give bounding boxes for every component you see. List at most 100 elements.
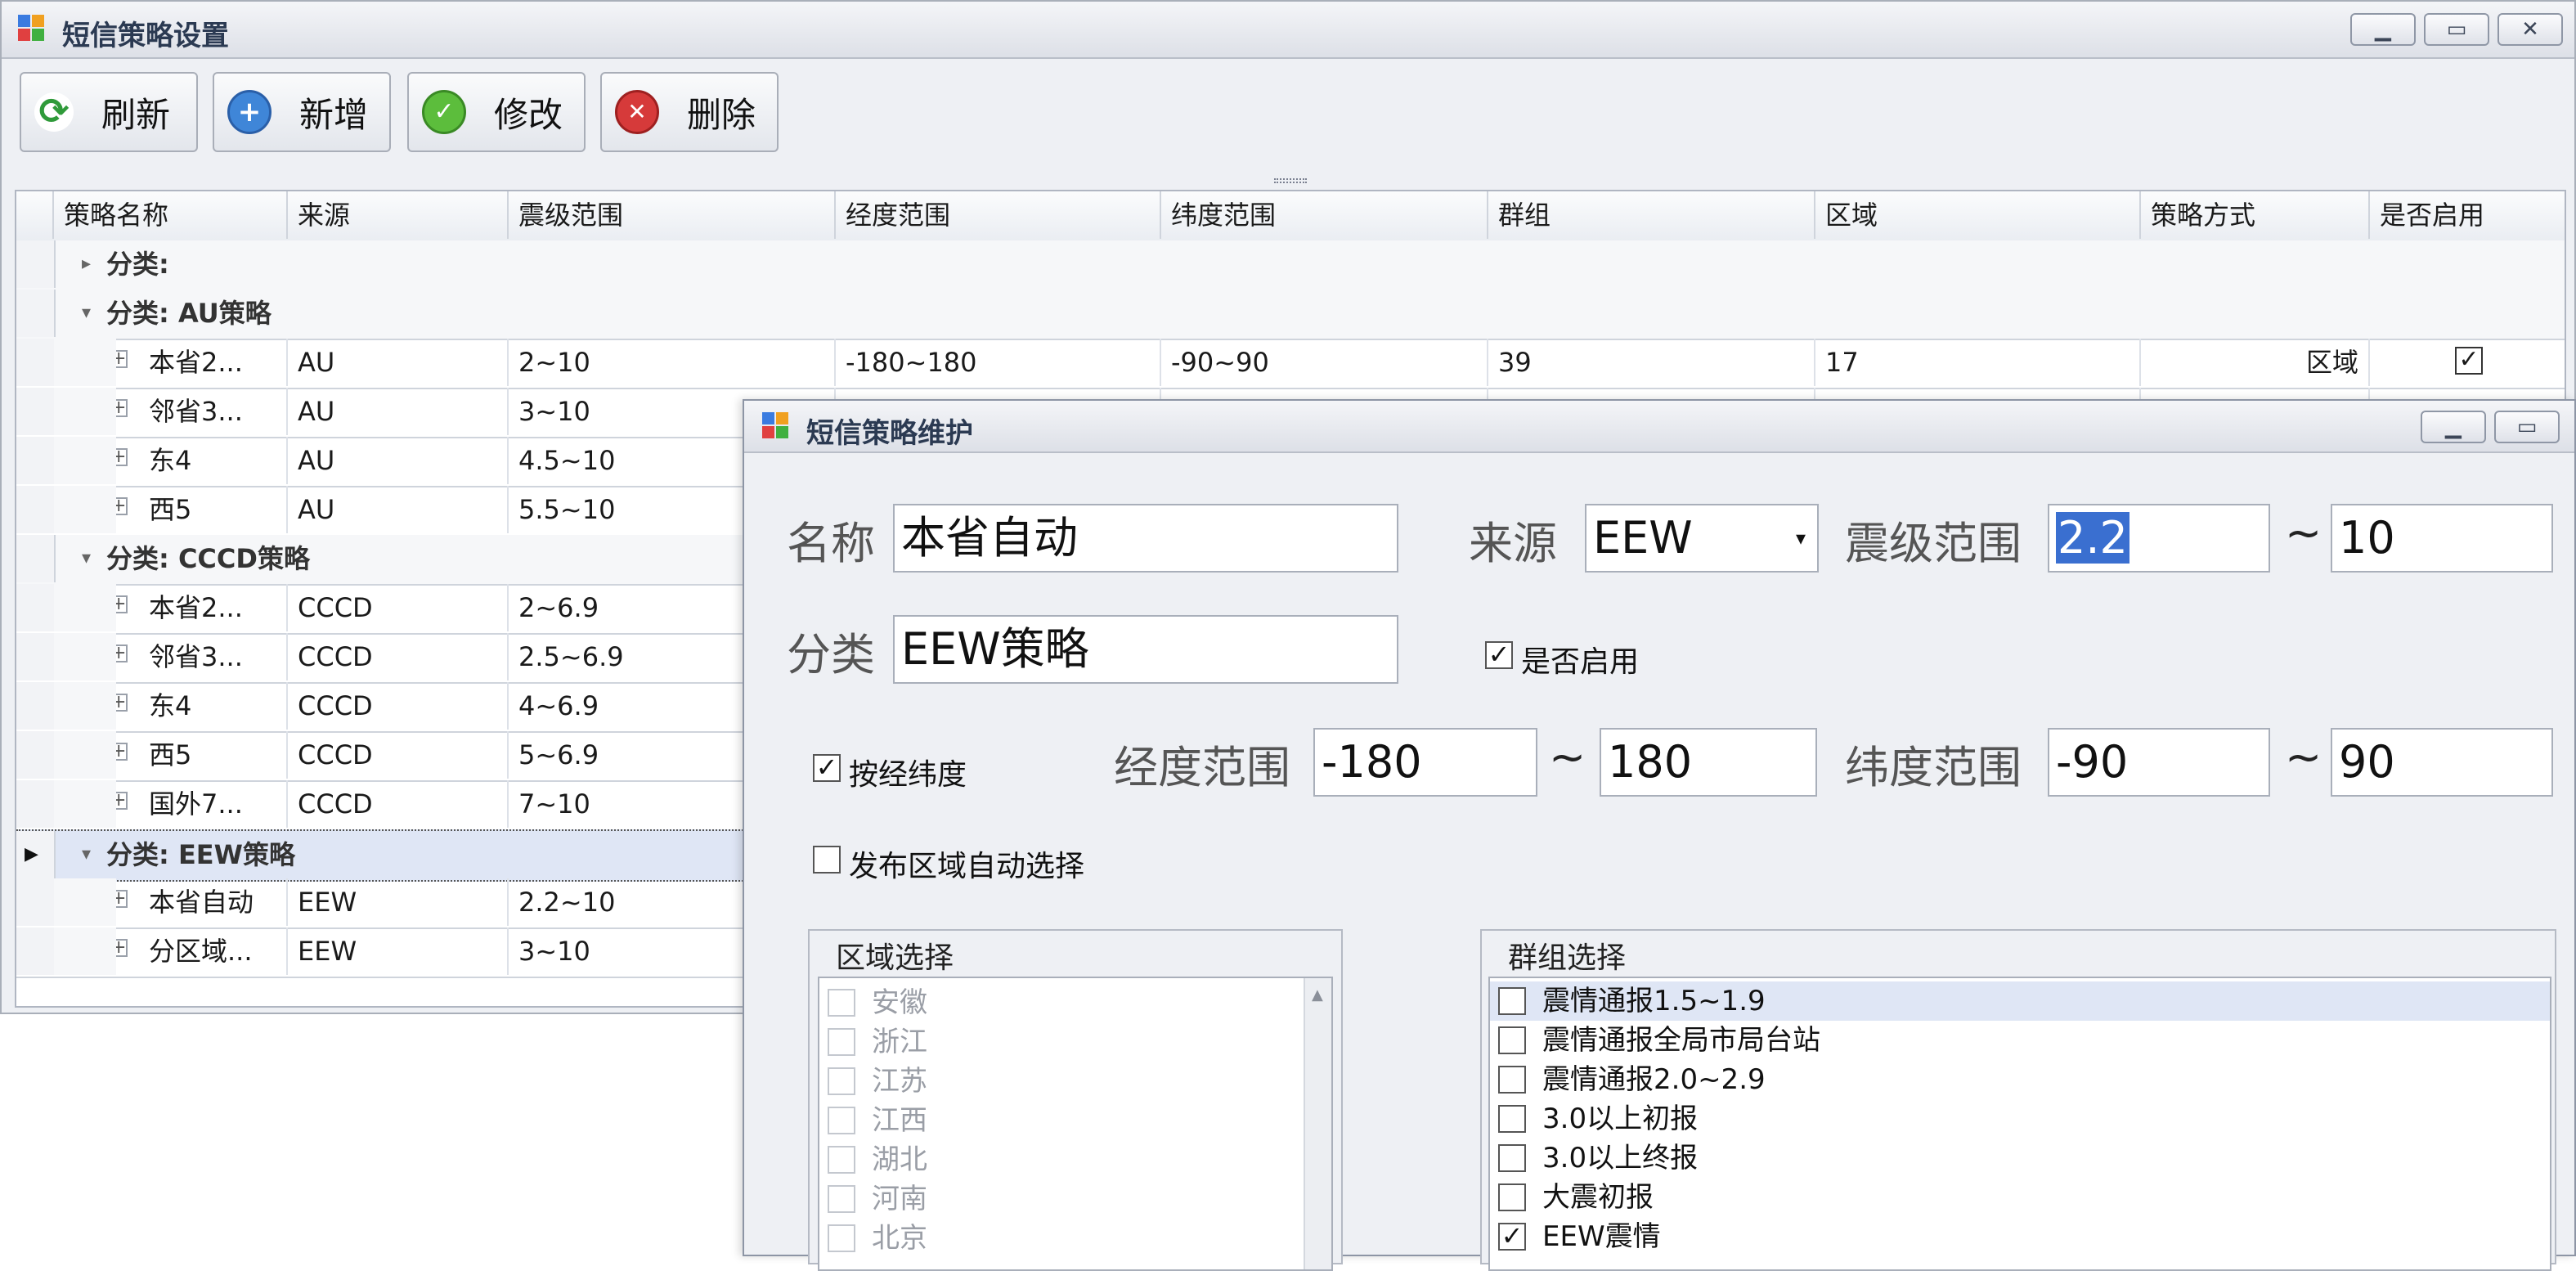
expand-plus-icon[interactable]: + [116, 939, 128, 957]
expanded-caret-icon[interactable]: ▾ [82, 290, 91, 337]
maximize-button[interactable]: ▭ [2424, 13, 2489, 46]
cell-text: CCCD [298, 641, 373, 672]
group-label: 震情通报2.0~2.9 [1542, 1063, 1766, 1096]
row-indicator [16, 584, 56, 631]
lon-label: 经度范围 [1114, 742, 1290, 793]
col-header-enabled[interactable]: 是否启用 [2370, 191, 2565, 239]
expand-plus-icon[interactable]: + [116, 448, 128, 466]
enabled-check-icon[interactable]: ✓ [2455, 347, 2483, 375]
scroll-up-icon[interactable]: ▲ [1312, 986, 1323, 1004]
col-header-mode[interactable]: 策略方式 [2141, 191, 2370, 239]
refresh-button[interactable]: ⟳ 刷新 [20, 72, 198, 152]
cell-text: 3~10 [518, 396, 590, 427]
cell-text: 2.5~6.9 [518, 641, 624, 672]
cell-mag: 2~10 [509, 339, 836, 386]
by-lonlat-checkbox[interactable]: ✓ [813, 754, 841, 782]
cell-group: 39 [1488, 339, 1815, 386]
cell-text: 邻省3... [149, 641, 243, 672]
lat-min-input[interactable]: -90 [2048, 728, 2270, 797]
group-checkbox[interactable] [1498, 1066, 1526, 1094]
group-checkbox[interactable] [1498, 1026, 1526, 1054]
group-checkbox[interactable] [1498, 1105, 1526, 1133]
col-header-region[interactable]: 区域 [1815, 191, 2141, 239]
expand-plus-icon[interactable]: + [116, 497, 128, 515]
group-groupbox-title: 群组选择 [1508, 941, 1627, 975]
cell-text: 4.5~10 [518, 445, 616, 476]
group-indent [54, 633, 116, 680]
lon-max-input[interactable]: 180 [1600, 728, 1817, 797]
group-item[interactable]: 震情通报2.0~2.9 [1490, 1060, 2550, 1099]
group-checkbox[interactable] [1498, 987, 1526, 1015]
mag-min-input[interactable]: 2.2 [2048, 504, 2270, 573]
dialog-titlebar[interactable]: 短信策略维护 ▁ ▭ [744, 401, 2574, 453]
minimize-button[interactable]: ▁ [2350, 13, 2416, 46]
col-header-source[interactable]: 来源 [288, 191, 509, 239]
col-header-name[interactable]: 策略名称 [54, 191, 288, 239]
cell-text: EEW [298, 936, 357, 967]
group-list[interactable]: 震情通报1.5~1.9 震情通报全局市局台站 震情通报2.0~2.9 3.0以上初报 3… [1488, 977, 2551, 1271]
auto-region-checkbox[interactable] [813, 846, 841, 874]
group-item[interactable]: 3.0以上终报 [1490, 1139, 2550, 1178]
expand-plus-icon[interactable]: + [116, 890, 128, 908]
col-header-group[interactable]: 群组 [1488, 191, 1815, 239]
group-checkbox[interactable]: ✓ [1498, 1223, 1526, 1251]
cell-source: AU [288, 388, 509, 435]
dialog-maximize-button[interactable]: ▭ [2494, 411, 2560, 443]
add-icon: + [227, 90, 272, 134]
lat-label: 纬度范围 [1845, 742, 2022, 793]
group-item[interactable]: 震情通报全局市局台站 [1490, 1021, 2550, 1060]
group-item[interactable]: ✓ EEW震情 [1490, 1217, 2550, 1256]
group-indent [54, 388, 116, 435]
cell-text: 39 [1498, 347, 1532, 378]
cell-text: EEW [298, 887, 357, 918]
group-label: 分类: [106, 249, 169, 280]
mag-max-input[interactable]: 10 [2331, 504, 2553, 573]
region-checkbox [828, 1067, 855, 1095]
name-input[interactable]: 本省自动 [893, 504, 1398, 573]
col-header-mag[interactable]: 震级范围 [509, 191, 836, 239]
category-input[interactable]: EEW策略 [893, 615, 1398, 684]
expand-plus-icon[interactable]: + [116, 595, 128, 613]
delete-button[interactable]: ✕ 删除 [600, 72, 779, 152]
group-item[interactable]: 3.0以上初报 [1490, 1099, 2550, 1139]
row-indicator [16, 290, 56, 337]
region-checkbox [828, 1146, 855, 1174]
lat-max-input[interactable]: 90 [2331, 728, 2553, 797]
source-select[interactable]: EEW ▾ [1585, 504, 1819, 573]
expand-plus-icon[interactable]: + [116, 350, 128, 368]
group-item[interactable]: 震情通报1.5~1.9 [1490, 981, 2550, 1021]
region-scrollbar[interactable]: ▲ [1304, 978, 1331, 1269]
group-row[interactable]: ▾ 分类: AU策略 [16, 290, 2565, 340]
expand-plus-icon[interactable]: + [116, 644, 128, 662]
expand-plus-icon[interactable]: + [116, 743, 128, 761]
add-button[interactable]: + 新增 [213, 72, 391, 152]
category-label: 分类 [787, 629, 875, 680]
group-item[interactable]: 大震初报 [1490, 1178, 2550, 1217]
group-checkbox[interactable] [1498, 1144, 1526, 1172]
cell-text: CCCD [298, 690, 373, 721]
expand-plus-icon[interactable]: + [116, 694, 128, 712]
enabled-checkbox[interactable]: ✓ [1485, 641, 1513, 669]
group-checkbox[interactable] [1498, 1183, 1526, 1211]
expanded-caret-icon[interactable]: ▾ [82, 831, 91, 878]
col-header-lat[interactable]: 纬度范围 [1161, 191, 1488, 239]
main-titlebar[interactable]: 短信策略设置 ▁ ▭ ✕ [2, 2, 2574, 59]
dialog-minimize-button[interactable]: ▁ [2421, 411, 2486, 443]
mag-label: 震级范围 [1845, 518, 2022, 569]
collapsed-caret-icon[interactable]: ▸ [82, 240, 91, 288]
group-label: EEW震情 [1542, 1220, 1661, 1253]
edit-button[interactable]: ✓ 修改 [407, 72, 586, 152]
close-button[interactable]: ✕ [2497, 13, 2563, 46]
table-row[interactable]: + 本省2... AU 2~10 -180~180 -90~90 39 17 区域 ✓ [16, 339, 2565, 389]
expand-plus-icon[interactable]: + [116, 399, 128, 417]
cell-text: 2~6.9 [518, 592, 599, 623]
col-header-lon[interactable]: 经度范围 [836, 191, 1161, 239]
cell-source: CCCD [288, 731, 509, 779]
lon-min-input[interactable]: -180 [1313, 728, 1537, 797]
group-row[interactable]: ▸ 分类: [16, 240, 2565, 291]
region-list[interactable]: 安徽 浙江 江苏 江西 湖北 河南 北京 ▲ [818, 977, 1333, 1271]
expanded-caret-icon[interactable]: ▾ [82, 535, 91, 582]
row-indicator [16, 682, 56, 730]
expand-plus-icon[interactable]: + [116, 792, 128, 810]
splitter-grip[interactable] [1274, 178, 1307, 183]
